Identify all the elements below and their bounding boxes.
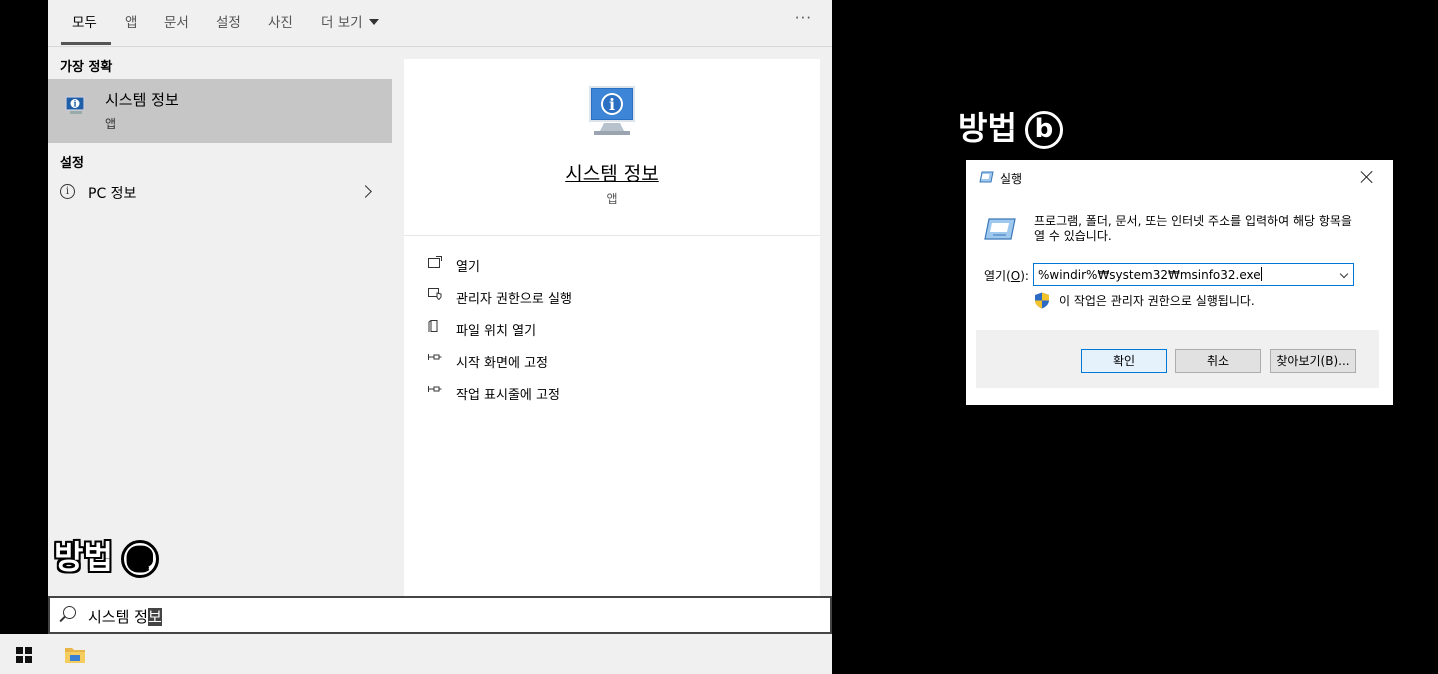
- action-run-as-admin-label: 관리자 권한으로 실행: [456, 292, 572, 307]
- action-run-as-admin[interactable]: 관리자 권한으로 실행: [426, 285, 806, 309]
- divider: [404, 235, 820, 236]
- action-pin-to-taskbar[interactable]: 작업 표시줄에 고정: [426, 381, 806, 405]
- method-a-badge: @: [120, 540, 159, 578]
- method-b-watermark: 방법 b: [958, 103, 1063, 149]
- run-title: 실행: [1000, 172, 1023, 186]
- tab-all[interactable]: 모두: [72, 11, 97, 31]
- search-panel: 모두 앱 문서 설정 사진 더 보기 ··· 가장 정확 i 시스템 정보 앱 …: [48, 0, 832, 634]
- system-info-large-icon: i: [589, 86, 635, 135]
- open-icon: [428, 256, 442, 268]
- chevron-right-icon: [359, 185, 372, 198]
- action-open[interactable]: 열기: [426, 253, 806, 277]
- chevron-down-icon: [368, 19, 379, 25]
- system-info-icon: i: [65, 96, 85, 114]
- ellipsis-icon[interactable]: ···: [795, 9, 812, 27]
- ok-button[interactable]: 확인: [1081, 349, 1167, 373]
- run-dialog: 실행 프로그램, 폴더, 문서, 또는 인터넷 주소를 입력하여 해당 항목을 …: [966, 160, 1393, 405]
- run-large-icon: [984, 218, 1016, 240]
- action-pin-to-start[interactable]: 시작 화면에 고정: [426, 349, 806, 373]
- pin-icon: [428, 386, 442, 392]
- detail-title[interactable]: 시스템 정보: [404, 159, 820, 186]
- taskbar: [0, 634, 832, 674]
- command-value: %windir%₩system32₩msinfo32.exe: [1038, 268, 1261, 282]
- action-pin-to-start-label: 시작 화면에 고정: [456, 356, 548, 371]
- method-b-text: 방법: [958, 109, 1017, 147]
- open-command-combobox[interactable]: %windir%₩system32₩msinfo32.exe: [1033, 263, 1354, 286]
- open-label-suffix: ):: [1020, 269, 1029, 283]
- search-query-text: 시스템 정: [88, 608, 148, 626]
- action-open-label: 열기: [456, 260, 480, 275]
- file-location-icon: [428, 320, 438, 332]
- svg-text:i: i: [609, 95, 615, 114]
- run-footer: 확인 취소 찾아보기(B)...: [976, 330, 1379, 388]
- detail-pane: i 시스템 정보 앱 열기 관리자 권한으로 실행 파일 위치 열기 시작 화면…: [404, 59, 820, 596]
- best-match-type: 앱: [105, 117, 117, 131]
- best-match-item[interactable]: i 시스템 정보 앱: [48, 79, 392, 143]
- run-icon: [979, 171, 994, 183]
- shield-run-icon: [428, 288, 442, 300]
- pc-info-label: PC 정보: [88, 186, 137, 202]
- best-match-name: 시스템 정보: [105, 91, 179, 109]
- method-a-watermark: 방법 @: [54, 532, 159, 578]
- run-description: 프로그램, 폴더, 문서, 또는 인터넷 주소를 입력하여 해당 항목을 열 수…: [1034, 214, 1352, 243]
- open-label-prefix: 열기(: [984, 269, 1011, 283]
- active-tab-indicator: [61, 42, 111, 45]
- action-open-file-location[interactable]: 파일 위치 열기: [426, 317, 806, 341]
- browse-button[interactable]: 찾아보기(B)...: [1270, 349, 1356, 373]
- windows-start-icon[interactable]: [16, 647, 32, 663]
- search-query-selection: 보: [147, 608, 162, 626]
- action-pin-to-taskbar-label: 작업 표시줄에 고정: [456, 388, 560, 403]
- file-explorer-icon[interactable]: [64, 645, 86, 664]
- svg-text:i: i: [73, 99, 76, 109]
- cancel-button[interactable]: 취소: [1175, 349, 1261, 373]
- uac-shield-icon: [1035, 292, 1049, 309]
- settings-header: 설정: [60, 156, 84, 171]
- admin-note: 이 작업은 관리자 권한으로 실행됩니다.: [1059, 294, 1255, 308]
- tab-photos[interactable]: 사진: [268, 11, 293, 31]
- run-titlebar[interactable]: 실행: [966, 160, 1393, 194]
- pc-info-item[interactable]: i PC 정보: [48, 176, 392, 210]
- tab-more[interactable]: 더 보기: [321, 11, 379, 31]
- search-input[interactable]: 시스템 정보: [48, 596, 832, 634]
- info-icon: i: [60, 184, 75, 199]
- open-label-access-key: O: [1010, 269, 1021, 283]
- pin-icon: [428, 354, 442, 360]
- chevron-down-icon[interactable]: [1339, 269, 1349, 279]
- close-icon[interactable]: [1359, 169, 1375, 185]
- tab-documents[interactable]: 문서: [164, 11, 189, 31]
- open-label: 열기(O):: [984, 267, 1029, 284]
- tab-more-label: 더 보기: [321, 15, 363, 31]
- best-match-header: 가장 정확: [60, 60, 113, 75]
- detail-type: 앱: [606, 192, 618, 206]
- search-icon: [63, 606, 76, 619]
- tab-settings[interactable]: 설정: [216, 11, 241, 31]
- method-b-badge: b: [1024, 111, 1063, 149]
- action-open-file-location-label: 파일 위치 열기: [456, 324, 537, 339]
- desktop-edge: [0, 0, 48, 634]
- detail-title-text: 시스템 정보: [565, 163, 659, 185]
- tab-apps[interactable]: 앱: [125, 11, 137, 31]
- method-a-text: 방법: [54, 538, 113, 576]
- search-tabs: 모두 앱 문서 설정 사진 더 보기 ···: [48, 0, 832, 47]
- search-query: 시스템 정보: [88, 606, 162, 627]
